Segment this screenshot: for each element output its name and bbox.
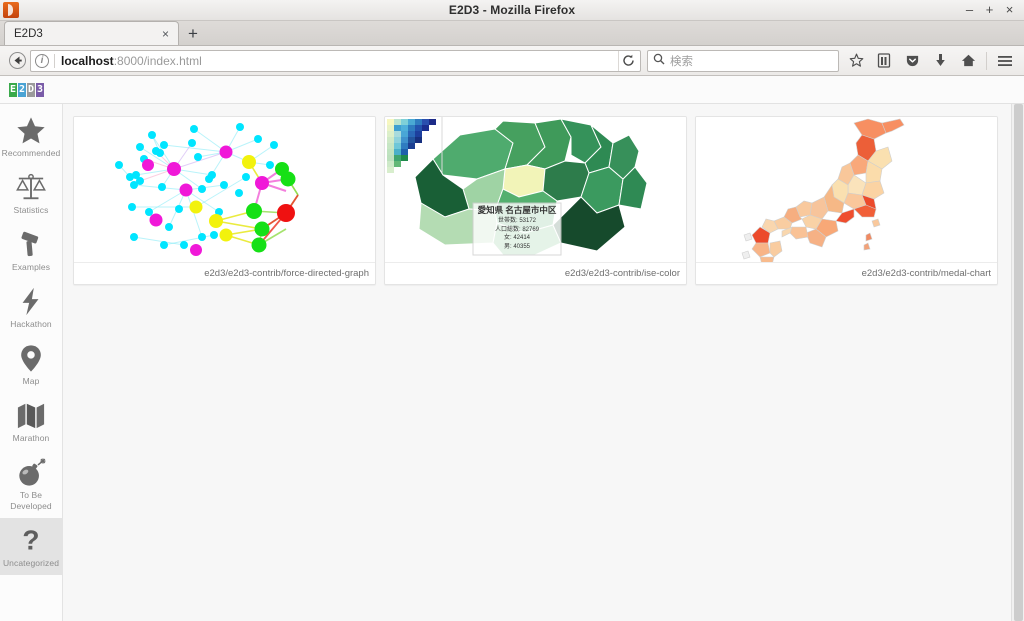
sidebar-item-label: Hackathon: [10, 319, 52, 329]
pocket-icon[interactable]: [899, 49, 925, 73]
site-header: E 2 D 3: [0, 76, 1024, 104]
choropleth-green-map-figure: 愛知県 名古屋市中区 世帯数: 53172 人口総数: 82769 女: 424…: [385, 117, 686, 262]
url-text: localhost:8000/index.html: [61, 54, 202, 68]
force-directed-graph-figure: [74, 117, 375, 262]
sidebar-item-uncategorized[interactable]: ? Uncategorized: [0, 518, 62, 575]
tooltip-row-male: 男: 40355: [503, 243, 531, 250]
question-mark-icon: ?: [16, 524, 46, 555]
japan-choropleth-figure: [696, 117, 997, 262]
back-arrow-icon[interactable]: [6, 50, 28, 72]
map-pin-icon: [16, 343, 46, 373]
lightning-bolt-icon: [16, 286, 46, 316]
window-controls: – + ×: [964, 3, 1024, 16]
search-bar[interactable]: 検索: [647, 49, 839, 72]
logo-char-d: D: [27, 82, 35, 97]
sidebar-item-label: To Be Developed: [10, 490, 52, 511]
tooltip-row-population: 人口総数: 82769: [494, 226, 540, 233]
reload-icon[interactable]: [618, 50, 638, 71]
sidebar-item-statistics[interactable]: Statistics: [0, 165, 62, 222]
card-caption: e2d3/e2d3-contrib/ise-color: [385, 262, 686, 284]
sidebar-item-label: Recommended: [1, 148, 61, 158]
sidebar-item-to-be-developed[interactable]: To Be Developed: [0, 450, 62, 518]
sidebar-item-label: Examples: [11, 262, 51, 272]
tab-e2d3[interactable]: E2D3 ×: [4, 21, 179, 45]
logo-char-e: E: [9, 82, 17, 97]
minimize-button[interactable]: –: [964, 3, 975, 16]
sidebar-item-map[interactable]: Map: [0, 336, 62, 393]
bomb-icon: [16, 457, 46, 487]
toolbar-icons: [843, 49, 1018, 73]
card-medal-chart[interactable]: e2d3/e2d3-contrib/medal-chart: [695, 116, 998, 285]
downloads-icon[interactable]: [927, 49, 953, 73]
tooltip-row-female: 女: 42414: [503, 235, 531, 242]
star-icon: [16, 115, 46, 145]
svg-text:?: ?: [22, 524, 39, 555]
sidebar-item-label: Statistics: [13, 205, 49, 215]
tab-label: E2D3: [14, 27, 43, 40]
toolbar-divider: [986, 51, 987, 70]
sidebar-item-label: Map: [22, 376, 40, 386]
logo-char-2: 2: [18, 82, 26, 97]
sidebar-item-marathon[interactable]: Marathon: [0, 393, 62, 450]
category-sidebar: Recommended Statistics Examples Hackatho…: [0, 104, 63, 621]
close-button[interactable]: ×: [1004, 3, 1015, 16]
sidebar-item-recommended[interactable]: Recommended: [0, 108, 62, 165]
url-separator: [54, 53, 55, 68]
sidebar-item-hackathon[interactable]: Hackathon: [0, 279, 62, 336]
menu-hamburger-icon[interactable]: [992, 49, 1018, 73]
bookmark-star-icon[interactable]: [843, 49, 869, 73]
page-body: Recommended Statistics Examples Hackatho…: [0, 104, 1024, 621]
sidebar-item-examples[interactable]: Examples: [0, 222, 62, 279]
maximize-button[interactable]: +: [984, 3, 995, 16]
close-icon[interactable]: ×: [159, 27, 172, 41]
card-caption: e2d3/e2d3-contrib/medal-chart: [696, 262, 997, 284]
map-tooltip: 愛知県 名古屋市中区 世帯数: 53172 人口総数: 82769 女: 424…: [473, 203, 561, 255]
folded-map-icon: [16, 400, 46, 430]
info-icon[interactable]: i: [35, 53, 49, 68]
sidebar-item-label: Marathon: [12, 433, 50, 443]
window-title: E2D3 - Mozilla Firefox: [448, 3, 576, 17]
url-path: :8000/index.html: [113, 53, 202, 68]
url-bar[interactable]: i localhost:8000/index.html: [30, 49, 641, 72]
library-icon[interactable]: [871, 49, 897, 73]
hammer-icon: [16, 229, 46, 259]
card-grid: e2d3/e2d3-contrib/force-directed-graph 愛…: [73, 116, 1024, 285]
search-icon: [653, 52, 665, 70]
logo-char-3: 3: [36, 82, 44, 97]
tooltip-row-households: 世帯数: 53172: [497, 218, 537, 224]
gallery-content: e2d3/e2d3-contrib/force-directed-graph 愛…: [63, 104, 1024, 621]
card-force-directed-graph[interactable]: e2d3/e2d3-contrib/force-directed-graph: [73, 116, 376, 285]
navigation-toolbar: i localhost:8000/index.html 検索: [0, 46, 1024, 76]
search-input[interactable]: 検索: [670, 53, 693, 69]
tab-bar: E2D3 × +: [0, 21, 1024, 46]
tooltip-title: 愛知県 名古屋市中区: [477, 205, 557, 215]
scales-icon: [16, 172, 46, 202]
title-bar: E2D3 - Mozilla Firefox – + ×: [0, 0, 1024, 21]
new-tab-button[interactable]: +: [179, 25, 207, 45]
scrollbar-thumb[interactable]: [1014, 104, 1023, 621]
sidebar-item-label: Uncategorized: [2, 558, 60, 568]
card-ise-color[interactable]: 愛知県 名古屋市中区 世帯数: 53172 人口総数: 82769 女: 424…: [384, 116, 687, 285]
firefox-window: E2D3 - Mozilla Firefox – + × E2D3 × + i …: [0, 0, 1024, 621]
content-scrollbar[interactable]: [1011, 104, 1024, 621]
home-icon[interactable]: [955, 49, 981, 73]
e2d3-logo[interactable]: E 2 D 3: [9, 82, 44, 97]
url-host: localhost: [61, 53, 114, 68]
card-caption: e2d3/e2d3-contrib/force-directed-graph: [74, 262, 375, 284]
